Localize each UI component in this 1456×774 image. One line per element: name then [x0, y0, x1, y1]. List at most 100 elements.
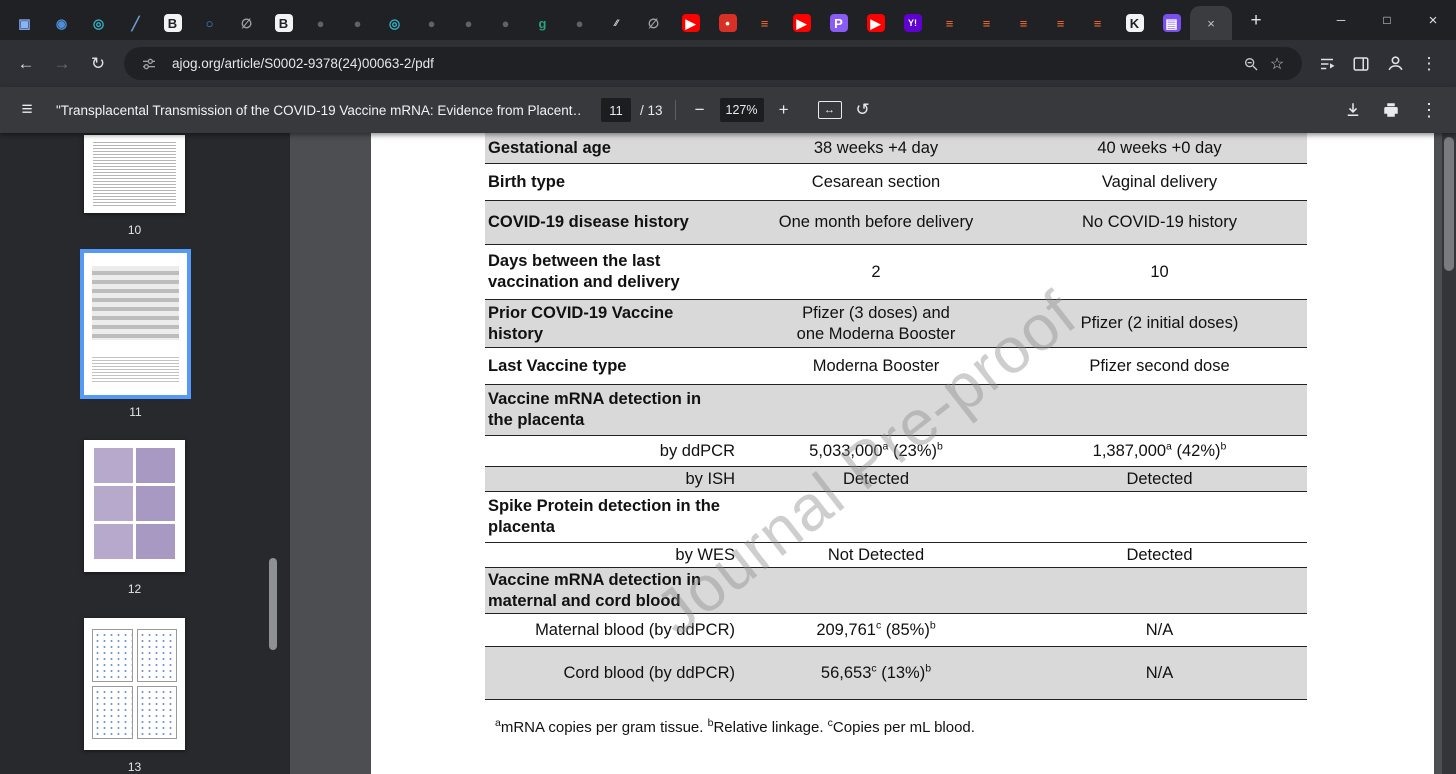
- browser-tab[interactable]: ▶: [672, 6, 709, 40]
- browser-tab[interactable]: ●: [561, 6, 598, 40]
- site-settings-icon[interactable]: [136, 51, 162, 77]
- page-number-input[interactable]: 11: [601, 98, 631, 122]
- zoom-level-input[interactable]: 127%: [719, 98, 764, 122]
- cell-text: Gestational age: [488, 138, 611, 157]
- browser-tab[interactable]: ●: [339, 6, 376, 40]
- row-label: Spike Protein detection in the placenta: [485, 492, 740, 542]
- cell-text: Pfizer (3 doses) and one Moderna Booster: [796, 303, 956, 343]
- pdf-page-controls: 11 / 13 − 127% + ↔ ↺: [601, 98, 870, 122]
- back-icon[interactable]: ←: [10, 48, 42, 80]
- thumbnail-scrollbar[interactable]: [269, 558, 277, 650]
- browser-tab[interactable]: B: [265, 6, 302, 40]
- plot-block: [92, 628, 133, 682]
- scrollbar-thumb[interactable]: [1444, 137, 1454, 271]
- zoom-indicator-icon[interactable]: [1238, 51, 1264, 77]
- browser-tab[interactable]: ≡: [931, 6, 968, 40]
- browser-tab[interactable]: ◎: [376, 6, 413, 40]
- pdf-menu-icon[interactable]: ≡: [16, 99, 38, 121]
- maximize-icon[interactable]: □: [1364, 0, 1410, 40]
- row-value: One month before delivery: [740, 201, 1012, 244]
- browser-tab[interactable]: ≡: [1042, 6, 1079, 40]
- reader-icon: ≡: [982, 15, 991, 31]
- cell-text: COVID-19 disease history: [488, 213, 689, 231]
- browser-tab[interactable]: ≡: [746, 6, 783, 40]
- forward-icon[interactable]: →: [46, 48, 78, 80]
- browser-tab[interactable]: ▣: [6, 6, 43, 40]
- browser-tab[interactable]: ≡: [1005, 6, 1042, 40]
- browser-tab[interactable]: •: [709, 6, 746, 40]
- page-thumbnail[interactable]: 10: [84, 135, 185, 237]
- browser-tab[interactable]: ≡: [968, 6, 1005, 40]
- browser-tab[interactable]: ▶: [783, 6, 820, 40]
- browser-tab[interactable]: K: [1116, 6, 1153, 40]
- page-thumbnail[interactable]: 13: [84, 618, 185, 774]
- close-icon[interactable]: ×: [1410, 0, 1456, 40]
- map-pin-icon: ◎: [388, 15, 401, 31]
- reader-icon: ≡: [1019, 15, 1028, 31]
- youtube-icon: ▶: [866, 14, 885, 32]
- browser-tab[interactable]: ●: [413, 6, 450, 40]
- figure-block: [94, 447, 133, 483]
- profile-icon[interactable]: [1378, 48, 1412, 80]
- table-row: by ddPCR 5,033,000a (23%)b 1,387,000a (42%…: [485, 436, 1307, 467]
- browser-tab[interactable]: ○: [191, 6, 228, 40]
- media-controls-icon[interactable]: [1310, 48, 1344, 80]
- browser-tab[interactable]: ●: [487, 6, 524, 40]
- browser-tab[interactable]: ◎: [80, 6, 117, 40]
- cell-text: by ddPCR: [659, 441, 735, 460]
- zoom-in-icon[interactable]: +: [772, 98, 796, 122]
- url-text[interactable]: ajog.org/article/S0002-9378(24)00063-2/p…: [172, 56, 1238, 71]
- cell-text: by ISH: [685, 469, 735, 488]
- row-label: by WES: [485, 543, 740, 567]
- print-icon[interactable]: [1380, 99, 1402, 121]
- figure-block: [136, 523, 175, 559]
- browser-tab[interactable]: g: [524, 6, 561, 40]
- generic-site-icon: ●: [464, 15, 473, 31]
- browser-tab[interactable]: ◉: [43, 6, 80, 40]
- browser-tab[interactable]: Y!: [894, 6, 931, 40]
- rotate-icon[interactable]: ↺: [856, 100, 870, 120]
- browser-tab[interactable]: P: [820, 6, 857, 40]
- active-tab[interactable]: ×: [1190, 6, 1232, 40]
- minimize-icon[interactable]: ─: [1318, 0, 1364, 40]
- browser-tab[interactable]: ∅: [228, 6, 265, 40]
- tab-close-icon[interactable]: ×: [1207, 16, 1215, 31]
- bookmark-star-icon[interactable]: ☆: [1264, 51, 1290, 77]
- compass-icon: ◉: [55, 15, 68, 31]
- browser-toolbar: ← → ↻ ajog.org/article/S0002-9378(24)000…: [0, 40, 1456, 87]
- new-tab-button[interactable]: +: [1242, 7, 1270, 35]
- fit-page-icon[interactable]: ↔: [817, 101, 842, 119]
- browser-tab[interactable]: ●: [450, 6, 487, 40]
- row-label: by ISH: [485, 467, 740, 491]
- pdf-more-options-icon[interactable]: ⋮: [1418, 99, 1440, 121]
- browser-tab[interactable]: B: [154, 6, 191, 40]
- page-thumbnail[interactable]: 11: [80, 249, 191, 419]
- side-panel-icon[interactable]: [1344, 48, 1378, 80]
- browser-tab[interactable]: ≡: [1079, 6, 1116, 40]
- greenhouse-icon: g: [538, 15, 547, 31]
- browser-tab[interactable]: ●: [302, 6, 339, 40]
- cell-text: Moderna Booster: [812, 356, 940, 375]
- table-row: by WES Not Detected Detected: [485, 543, 1307, 568]
- browser-tab[interactable]: ╱: [117, 6, 154, 40]
- table-row: Days between the last vaccination and de…: [485, 245, 1307, 300]
- patreon-icon: P: [829, 14, 848, 32]
- browser-tab[interactable]: ▤: [1153, 6, 1190, 40]
- reload-icon[interactable]: ↻: [82, 48, 114, 80]
- download-icon[interactable]: [1342, 99, 1364, 121]
- cell-text: 209,761c (85%)b: [816, 619, 936, 639]
- table-footnote: amRNA copies per gram tissue. bRelative …: [495, 717, 975, 736]
- plot-block: [92, 686, 133, 740]
- page-scrollbar[interactable]: [1442, 133, 1456, 774]
- browser-tab[interactable]: ⁄⁄: [598, 6, 635, 40]
- zoom-out-icon[interactable]: −: [688, 98, 712, 122]
- browser-tab[interactable]: ▶: [857, 6, 894, 40]
- cell-text: Vaginal delivery: [1101, 172, 1218, 191]
- row-value: N/A: [1012, 647, 1307, 699]
- browser-tab[interactable]: ∅: [635, 6, 672, 40]
- browser-menu-icon[interactable]: ⋮: [1412, 48, 1446, 80]
- row-value: Vaginal delivery: [1012, 164, 1307, 200]
- page-thumbnail[interactable]: 12: [84, 440, 185, 596]
- row-label: Last Vaccine type: [485, 348, 740, 384]
- address-bar[interactable]: ajog.org/article/S0002-9378(24)00063-2/p…: [124, 47, 1302, 80]
